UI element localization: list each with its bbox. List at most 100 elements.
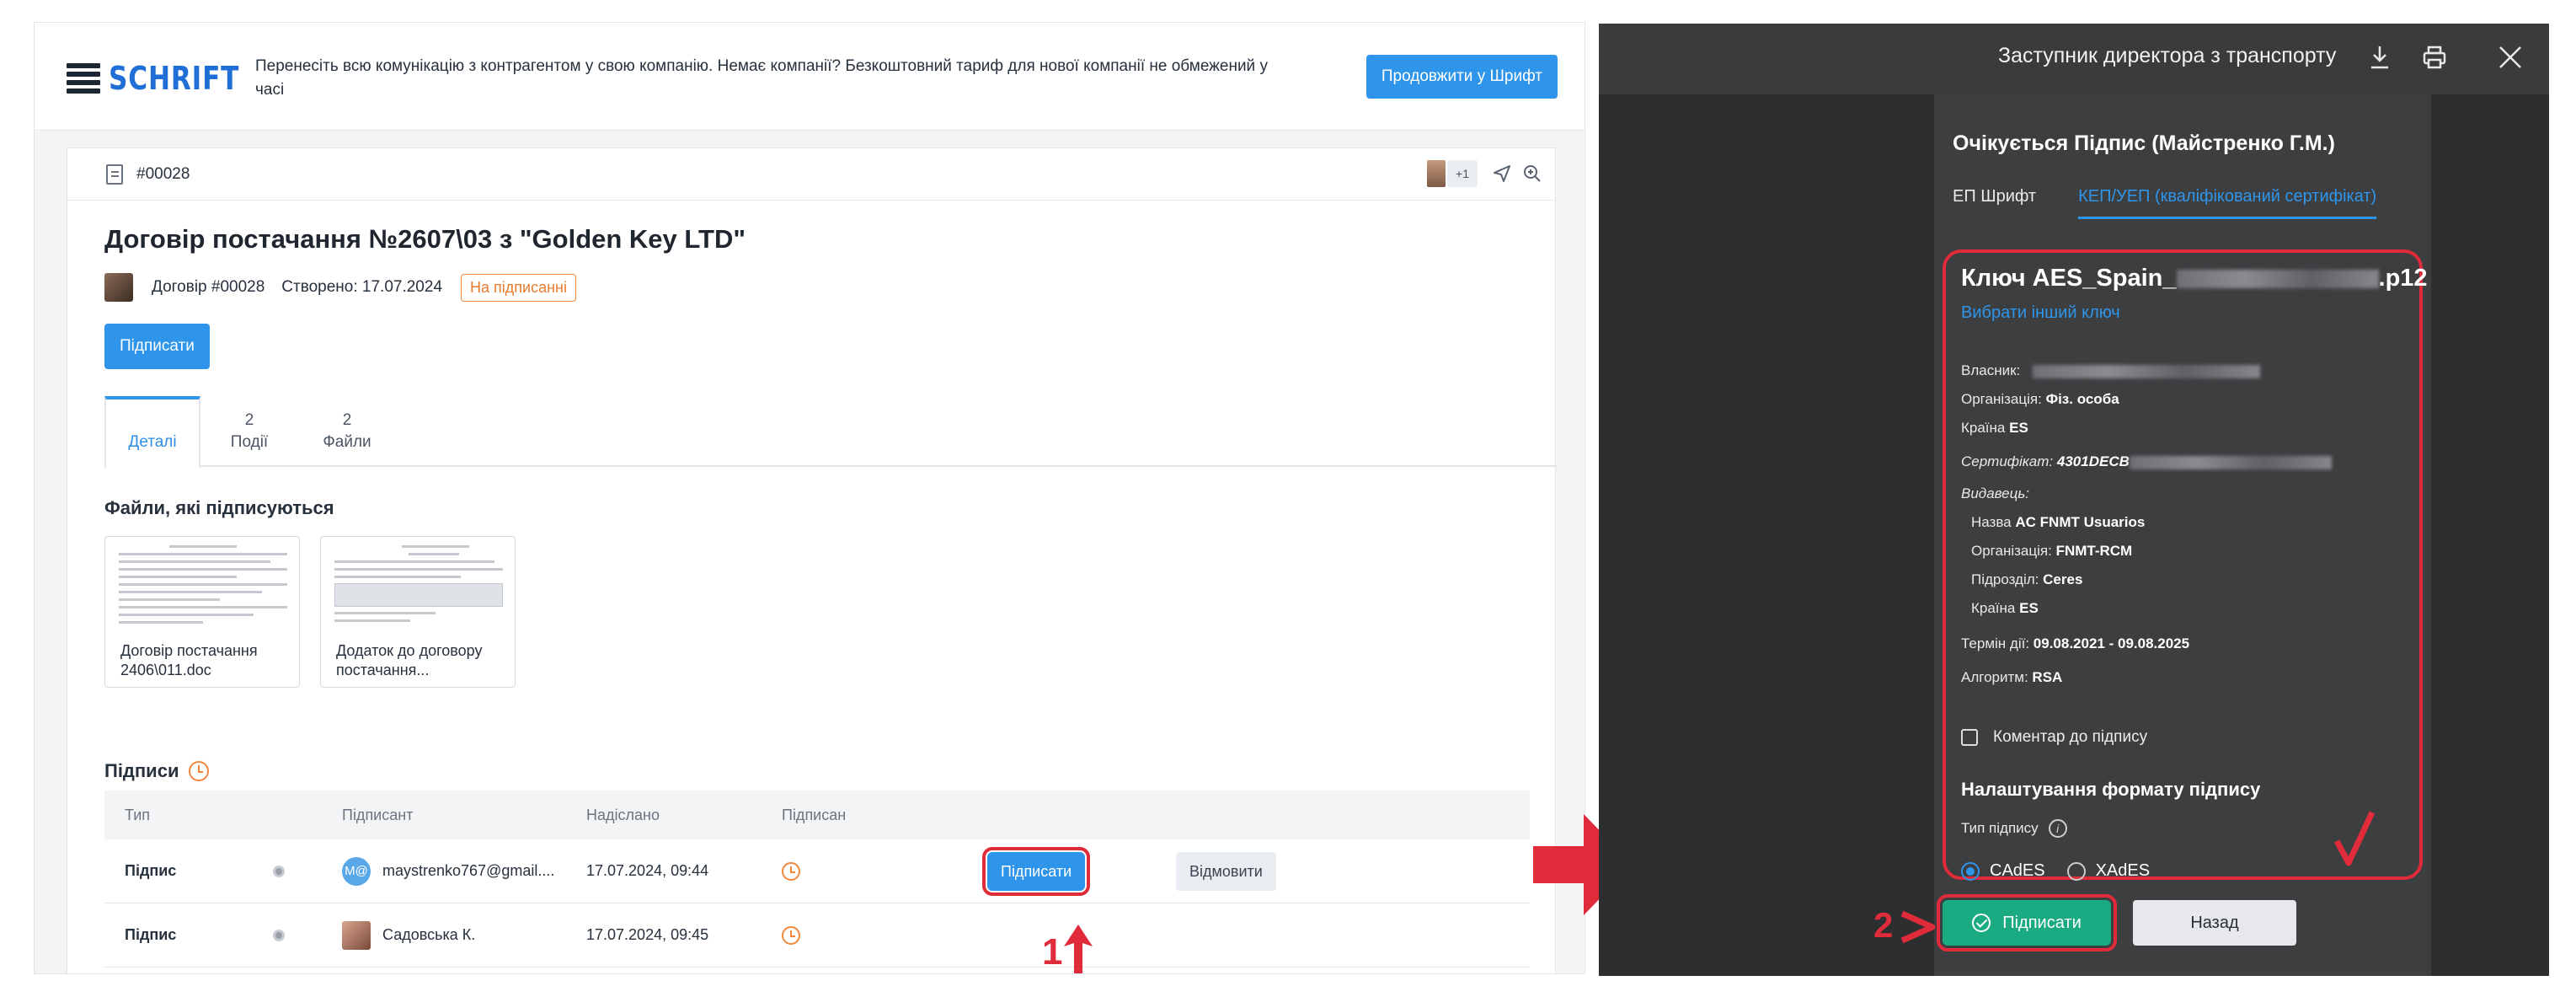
document-screen: SCHRIFT Перенесіть всю комунікацію з кон… [34, 22, 1585, 974]
tab-qualified-certificate[interactable]: КЕП/УЕП (кваліфікований сертифікат) [2078, 187, 2377, 219]
tab-count: 2 [244, 411, 254, 429]
file-thumbnail [119, 545, 287, 638]
menu-icon[interactable] [67, 63, 100, 94]
issuer-country-row: Країна ES [1971, 600, 2039, 617]
redacted-key-id [2176, 270, 2379, 289]
send-icon[interactable] [1491, 163, 1513, 185]
table-header: Тип Підписант Надіслано Підписан [104, 791, 1530, 839]
continue-in-schrift-button[interactable]: Продовжити у Шрифт [1365, 55, 1558, 99]
check-circle-icon [1972, 914, 1991, 932]
owner-label: Власник: [1961, 362, 2021, 378]
redacted-owner [2033, 364, 2260, 378]
xades-label[interactable]: XAdES [2096, 861, 2150, 881]
signer-name: Садовська К. [382, 926, 476, 943]
tab-label: Деталі [128, 433, 177, 451]
key-name-prefix: Ключ AES_Spain_ [1961, 265, 2177, 292]
document-title: Договір постачання №2607\03 з "Golden Ke… [104, 224, 746, 254]
file-name: Додаток до договору постачання... [336, 642, 483, 678]
close-icon[interactable] [2497, 44, 2524, 78]
column-header: Підписант [342, 806, 414, 823]
issuer-country-value: ES [2019, 600, 2039, 616]
column-header: Тип [125, 806, 151, 823]
key-name-suffix: .p12 [2378, 265, 2428, 292]
file-card[interactable]: Договір постачання 2406\011.doc [104, 536, 300, 688]
issuer-unit-row: Підрозділ: Ceres [1971, 571, 2082, 588]
row-sign-button[interactable]: Підписати [981, 847, 1091, 896]
signature-format-radio-group: CAdES XAdES [1961, 861, 2150, 881]
created-date: Створено: 17.07.2024 [281, 278, 443, 296]
country-value: ES [2009, 420, 2028, 436]
print-icon[interactable] [2421, 44, 2448, 78]
document-icon [106, 164, 123, 185]
signature-type: Підпис [125, 862, 177, 879]
participant-avatar[interactable] [1427, 160, 1446, 187]
awaiting-signature-heading: Очікується Підпис (Майстренко Г.М.) [1953, 131, 2335, 155]
pending-clock-icon [782, 925, 800, 945]
location-pin-icon [273, 865, 285, 877]
promo-banner: SCHRIFT Перенесіть всю комунікацію з кон… [35, 23, 1585, 131]
status-badge: На підписанні [461, 273, 576, 302]
signer-avatar [342, 920, 371, 950]
signature-comment-link[interactable]: Коментар до підпису [1961, 728, 2147, 747]
tab-files[interactable]: 2 Файли [298, 396, 396, 467]
algo-label: Алгоритм: [1961, 669, 2028, 685]
info-icon[interactable]: i [2048, 819, 2067, 838]
sign-document-button[interactable]: Підписати [104, 324, 210, 369]
xades-radio[interactable] [2066, 861, 2086, 881]
dialog-topbar: Заступник директора з транспорту [1599, 24, 2549, 94]
dialog-title: Заступник директора з транспорту [1998, 44, 2337, 67]
algorithm-row: Алгоритм: RSA [1961, 669, 2062, 686]
organization-row: Організація: Фіз. особа [1961, 391, 2119, 408]
sent-date: 17.07.2024, 09:45 [586, 926, 709, 943]
document-tabs: Деталі 2 Події 2 Файли [104, 396, 1557, 469]
tab-label: Файли [323, 433, 371, 451]
file-card[interactable]: Додаток до договору постачання... [320, 536, 516, 688]
issuer-org-row: Організація: FNMT-RCM [1971, 543, 2132, 560]
download-icon[interactable] [2367, 44, 2392, 78]
validity-value: 09.08.2021 - 09.08.2025 [2033, 635, 2190, 651]
signatures-heading-row: Підписи [104, 760, 210, 782]
edit-icon [1961, 729, 1978, 746]
issuer-name-label: Назва [1971, 514, 2012, 530]
document-type-label: Договір #00028 [152, 278, 265, 296]
signer-name: maystrenko767@gmail.... [382, 862, 555, 879]
schrift-logo[interactable]: SCHRIFT [67, 60, 268, 97]
cert-value: 4301DECB [2056, 453, 2130, 469]
tab-label: Події [230, 433, 269, 451]
tab-schrift-signature[interactable]: ЕП Шрифт [1953, 187, 2036, 219]
signature-type-row: Тип підпису i [1961, 819, 2067, 838]
cades-label[interactable]: CAdES [1990, 861, 2045, 881]
org-label: Організація: [1961, 391, 2042, 407]
tab-events[interactable]: 2 Події [200, 396, 298, 467]
country-label: Країна [1961, 420, 2006, 436]
reject-button[interactable]: Відмовити [1176, 852, 1276, 891]
issuer-heading: Видавець: [1961, 485, 2029, 502]
annotation-step-1: 1 [1042, 931, 1063, 973]
format-settings-heading: Налаштування формату підпису [1961, 779, 2261, 800]
signature-type-label: Тип підпису [1961, 820, 2039, 836]
issuer-country-label: Країна [1971, 600, 2016, 616]
tab-details[interactable]: Деталі [104, 396, 200, 469]
table-row: Підпис Садовська К. 17.07.2024, 09:45 [104, 903, 1530, 968]
signer-cell: Садовська К. [342, 920, 586, 950]
signer-avatar: M@ [342, 856, 371, 886]
owner-row: Власник: [1961, 362, 2260, 379]
annotation-arrow-2 [1899, 910, 1936, 948]
issuer-org-value: FNMT-RCM [2055, 543, 2133, 559]
zoom-in-icon[interactable] [1521, 163, 1543, 185]
cades-radio[interactable] [1961, 861, 1980, 881]
column-header: Підписан [782, 806, 847, 823]
issuer-name-value: AC FNMT Usuarios [2015, 514, 2146, 530]
column-header: Надіслано [586, 806, 660, 823]
confirm-sign-button[interactable]: Підписати [1937, 894, 2117, 951]
participants-more-badge[interactable]: +1 [1447, 160, 1478, 187]
back-button[interactable]: Назад [2133, 900, 2296, 946]
certificate-row: Сертифікат: 4301DECB [1961, 453, 2332, 470]
choose-another-key-link[interactable]: Вибрати інший ключ [1961, 303, 2120, 323]
promo-text: Перенесіть всю комунікацію з контрагенто… [255, 57, 1268, 99]
table-row: Підпис M@ maystrenko767@gmail.... 17.07.… [104, 839, 1530, 903]
logo-text: SCHRIFT [109, 60, 240, 97]
pending-clock-icon [782, 861, 800, 881]
issuer-org-label: Організація: [1971, 543, 2052, 559]
confirm-sign-label: Підписати [2002, 913, 2082, 932]
